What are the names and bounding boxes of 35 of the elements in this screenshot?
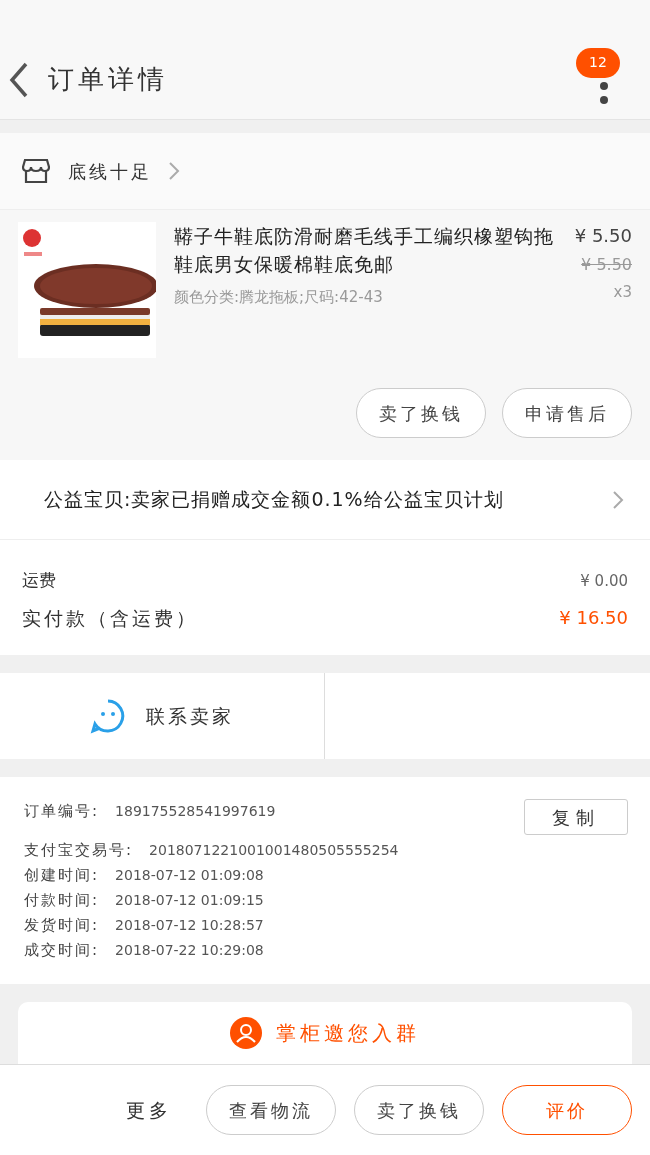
shop-name[interactable]: 底线十足: [68, 157, 152, 185]
product-sku: 颜色分类:腾龙拖板;尺码:42-43: [174, 287, 384, 308]
bottom-action-button[interactable]: 查看物流: [206, 1085, 336, 1135]
page-title: 订单详情: [48, 63, 168, 96]
people-icon: [230, 1017, 262, 1049]
fee-value: ¥ 0.00: [580, 570, 628, 592]
info-label: 订单编号:: [24, 801, 100, 823]
product-title[interactable]: 鞯子牛鞋底防滑耐磨毛线手工编织橡塑钩拖鞋底男女保暖棉鞋底免邮: [174, 222, 562, 278]
notification-badge: 12: [576, 47, 620, 78]
chat-icon: [90, 698, 126, 734]
product-quantity: x3: [613, 282, 632, 303]
info-label: 成交时间:: [24, 940, 100, 962]
info-label: 付款时间:: [24, 890, 100, 912]
more-icon[interactable]: [600, 81, 608, 106]
info-value: 2018071221001001480505555254: [149, 841, 399, 860]
bottom-action-button[interactable]: 卖了换钱: [354, 1085, 484, 1135]
info-value: 2018-07-12 01:09:15: [115, 891, 264, 910]
fee-value: ¥ 16.50: [559, 606, 628, 631]
info-value: 2018-07-12 10:28:57: [115, 916, 264, 935]
info-label: 发货时间:: [24, 915, 100, 937]
fee-label: 运费: [22, 569, 56, 592]
more-link[interactable]: 更多: [126, 1095, 172, 1125]
product-price: ¥ 5.50: [574, 224, 632, 248]
action-button[interactable]: 卖了换钱: [356, 388, 486, 438]
info-label: 创建时间:: [24, 865, 100, 887]
info-value: 2018-07-22 10:29:08: [115, 941, 264, 960]
info-value: 189175528541997619: [115, 802, 276, 821]
info-label: 支付宝交易号:: [24, 840, 134, 862]
back-icon[interactable]: [8, 61, 30, 98]
fee-label: 实付款（含运费）: [22, 605, 198, 631]
copy-button[interactable]: 复制: [524, 799, 628, 835]
original-price: ¥ 5.50: [581, 254, 632, 276]
info-value: 2018-07-12 01:09:08: [115, 866, 264, 885]
shop-icon: [22, 158, 50, 184]
action-button[interactable]: 申请售后: [502, 388, 632, 438]
